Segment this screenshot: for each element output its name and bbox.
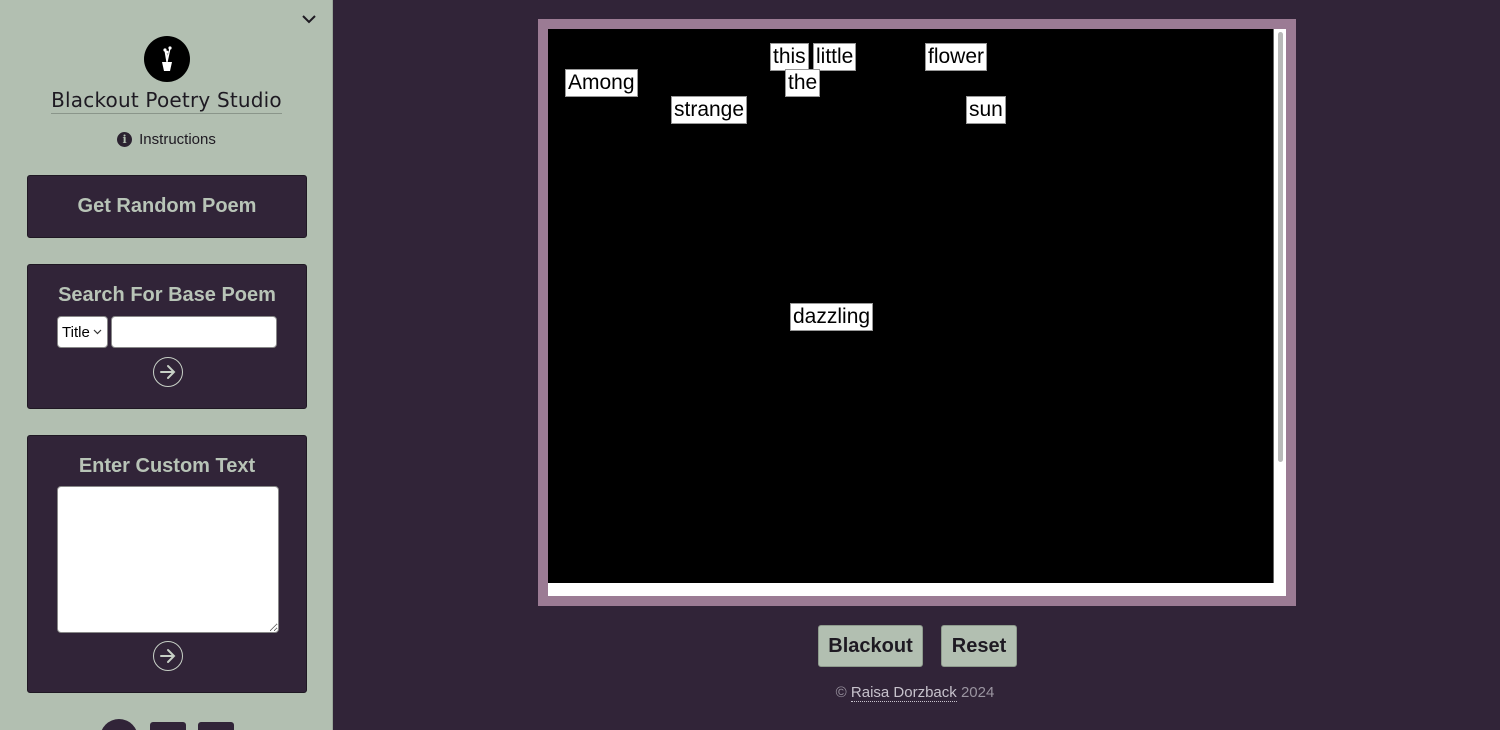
arrow-right-icon (160, 649, 176, 663)
poem-word[interactable]: Among (565, 69, 638, 97)
poem-word[interactable]: strange (671, 96, 748, 124)
social-links (0, 719, 333, 730)
search-row: Title (57, 316, 277, 348)
copyright-symbol: © (835, 684, 847, 701)
get-random-poem-button[interactable]: Get Random Poem (27, 175, 307, 238)
email-icon[interactable] (149, 722, 186, 730)
logo-icon (144, 36, 190, 82)
poem-word[interactable]: flower (925, 43, 988, 71)
poem-word[interactable]: little (813, 43, 857, 71)
search-panel: Search For Base Poem Title (27, 264, 307, 409)
poem-word[interactable]: dazzling (790, 303, 874, 331)
info-icon: i (117, 132, 133, 147)
board-scrollbar[interactable] (1278, 32, 1283, 462)
poem-canvas-container: this little flower Among the strange sun… (548, 29, 1286, 596)
custom-text-title: Enter Custom Text (78, 455, 256, 477)
search-input[interactable] (111, 316, 277, 348)
custom-text-submit-button[interactable] (153, 641, 183, 671)
search-submit-button[interactable] (153, 357, 183, 387)
instructions-link[interactable]: i Instructions (0, 131, 333, 148)
search-panel-title: Search For Base Poem (58, 284, 276, 306)
author-link[interactable]: Raisa Dorzback (850, 684, 957, 702)
search-type-value: Title (62, 323, 90, 341)
app-title: Blackout Poetry Studio (0, 88, 333, 114)
sidebar: Blackout Poetry Studio i Instructions Ge… (0, 0, 333, 730)
poem-word[interactable]: the (785, 69, 821, 97)
custom-text-panel: Enter Custom Text (27, 435, 307, 693)
action-bar: Blackout Reset (818, 625, 1017, 667)
reset-button[interactable]: Reset (941, 625, 1017, 667)
linkedin-icon[interactable] (197, 722, 234, 730)
instructions-label: Instructions (139, 131, 216, 148)
search-type-select[interactable]: Title (57, 316, 108, 348)
chevron-down-icon (93, 327, 102, 338)
app-title-text: Blackout Poetry Studio (51, 88, 282, 114)
poem-word[interactable]: this (770, 43, 809, 71)
poem-board: this little flower Among the strange sun… (548, 29, 1274, 583)
custom-text-area[interactable] (57, 486, 279, 633)
blackout-button[interactable]: Blackout (818, 625, 923, 667)
poem-frame: this little flower Among the strange sun… (538, 19, 1296, 606)
chevron-down-icon[interactable] (299, 9, 319, 29)
poem-word[interactable]: sun (966, 96, 1006, 124)
copyright-year: 2024 (960, 684, 995, 701)
arrow-right-icon (160, 365, 176, 379)
footer: © Raisa Dorzback 2024 (780, 684, 1050, 702)
website-icon[interactable] (99, 719, 138, 730)
